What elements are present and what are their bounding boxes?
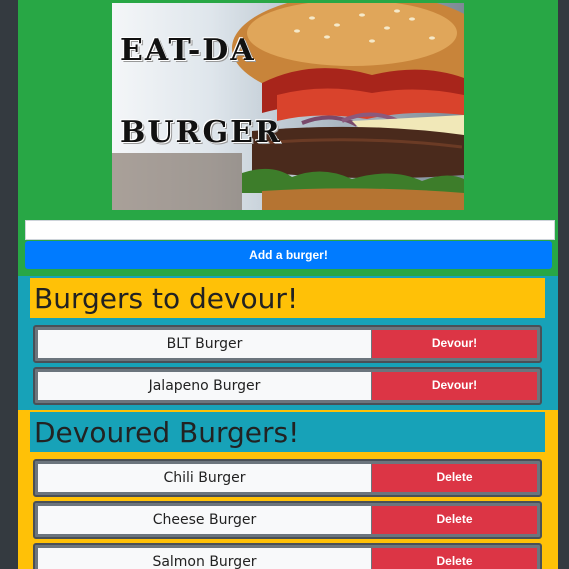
burger-name: Jalapeno Burger (38, 372, 371, 400)
burger-name-input[interactable] (25, 220, 555, 240)
burger-name: Chili Burger (38, 464, 371, 492)
hero-banner-image: EAT-DA BURGER (112, 3, 464, 210)
devour-button[interactable]: Devour! (372, 372, 537, 400)
devoured-burgers-panel: Devoured Burgers! Chili Burger Delete Ch… (18, 410, 558, 569)
burgers-to-devour-panel: Burgers to devour! BLT Burger Devour! Ja… (18, 276, 558, 410)
list-item: Salmon Burger Delete (33, 543, 542, 569)
section-header-devoured: Devoured Burgers! (30, 412, 545, 452)
delete-button[interactable]: Delete (372, 548, 537, 569)
section-title: Devoured Burgers! (34, 415, 300, 449)
add-burger-button[interactable]: Add a burger! (25, 241, 552, 269)
list-item: BLT Burger Devour! (33, 325, 542, 363)
hero-title-line1: EAT-DA (120, 33, 256, 68)
burger-name: Cheese Burger (38, 506, 371, 534)
burger-name: BLT Burger (38, 330, 371, 358)
list-item: Cheese Burger Delete (33, 501, 542, 539)
burger-name: Salmon Burger (38, 548, 371, 569)
delete-button[interactable]: Delete (372, 506, 537, 534)
list-item: Chili Burger Delete (33, 459, 542, 497)
devour-button[interactable]: Devour! (372, 330, 537, 358)
app-container: EAT-DA BURGER Add a burger! Burgers to d… (18, 0, 558, 569)
section-title: Burgers to devour! (34, 281, 299, 315)
section-header-to-devour: Burgers to devour! (30, 278, 545, 318)
list-item: Jalapeno Burger Devour! (33, 367, 542, 405)
delete-button[interactable]: Delete (372, 464, 537, 492)
hero-title-line2: BURGER (120, 115, 282, 150)
